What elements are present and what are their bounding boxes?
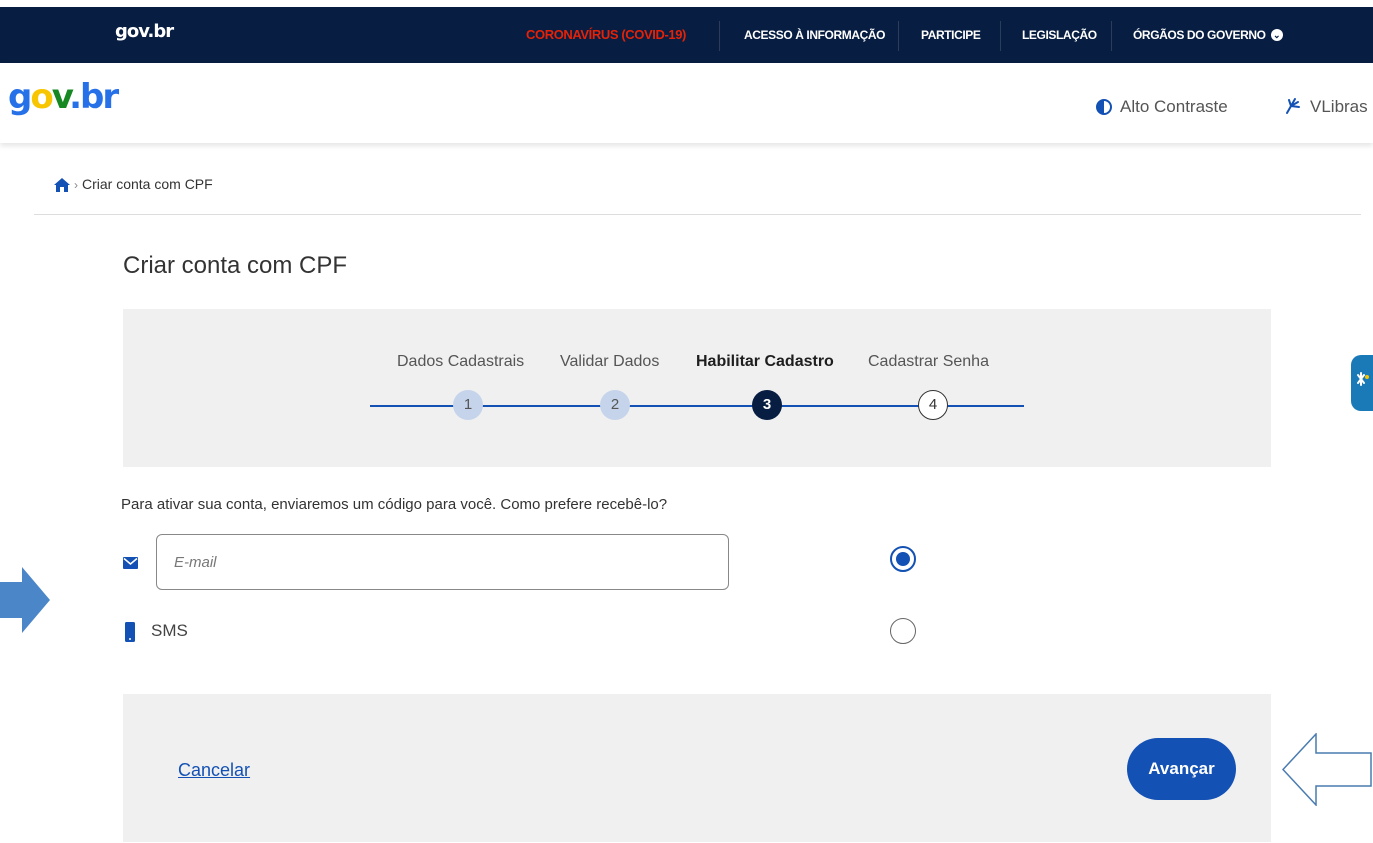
chevron-down-icon: ⌄ — [1270, 29, 1283, 41]
annotation-arrow-right-icon — [0, 567, 50, 638]
contrast-icon — [1096, 99, 1112, 120]
govbr-logo[interactable]: gov.br — [8, 77, 119, 117]
step-circle-3: 3 — [752, 390, 782, 420]
nav-link-orgaos-label: ÓRGÃOS DO GOVERNO — [1133, 28, 1266, 42]
top-bar: gov.br CORONAVÍRUS (COVID-19) ACESSO À I… — [0, 7, 1373, 63]
step-label-cadastrar-senha: Cadastrar Senha — [868, 353, 989, 370]
step-label-habilitar-cadastro: Habilitar Cadastro — [696, 353, 834, 370]
vlibras-widget-button[interactable] — [1351, 355, 1373, 411]
sign-language-hand-icon — [1284, 97, 1302, 120]
nav-link-participe[interactable]: PARTICIPE — [921, 28, 981, 42]
next-button[interactable]: Avançar — [1127, 738, 1236, 800]
cancel-link[interactable]: Cancelar — [178, 760, 250, 781]
phone-icon — [125, 622, 135, 647]
sms-option-label[interactable]: SMS — [151, 621, 188, 641]
alto-contraste-button[interactable]: Alto Contraste — [1096, 97, 1228, 120]
nav-separator — [719, 21, 720, 51]
nav-link-covid[interactable]: CORONAVÍRUS (COVID-19) — [526, 27, 686, 42]
sms-radio[interactable] — [890, 618, 916, 644]
nav-separator — [898, 21, 899, 51]
annotation-arrow-left-icon — [1281, 732, 1373, 811]
step-circle-1: 1 — [453, 390, 483, 420]
nav-link-acesso-informacao[interactable]: ACESSO À INFORMAÇÃO — [744, 28, 885, 42]
step-label-validar-dados: Validar Dados — [560, 353, 660, 370]
nav-separator — [1000, 21, 1001, 51]
progress-stepper: Dados Cadastrais Validar Dados Habilitar… — [123, 309, 1271, 467]
delivery-method-question: Para ativar sua conta, enviaremos um cód… — [121, 496, 668, 513]
envelope-icon — [123, 556, 138, 574]
vlibras-button[interactable]: VLibras — [1284, 97, 1368, 120]
step-circle-4: 4 — [918, 390, 948, 420]
nav-link-legislacao[interactable]: LEGISLAÇÃO — [1022, 28, 1097, 42]
vlibras-label: VLibras — [1310, 97, 1368, 116]
site-header: gov.br Alto Contraste VLibras — [0, 63, 1373, 143]
breadcrumb-separator-icon: › — [74, 178, 78, 192]
page-title: Criar conta com CPF — [123, 252, 348, 279]
nav-link-orgaos-governo[interactable]: ÓRGÃOS DO GOVERNO ⌄ — [1133, 28, 1283, 42]
breadcrumb-current: Criar conta com CPF — [82, 176, 213, 192]
step-label-dados-cadastrais: Dados Cadastrais — [397, 353, 525, 370]
step-circle-2: 2 — [600, 390, 630, 420]
govbr-small-logo[interactable]: gov.br — [115, 21, 174, 42]
nav-separator — [1111, 21, 1112, 51]
breadcrumb-divider — [34, 214, 1361, 215]
home-icon[interactable] — [54, 178, 70, 195]
form-actions: Cancelar Avançar — [123, 694, 1271, 842]
email-field[interactable] — [156, 534, 729, 590]
breadcrumb: › Criar conta com CPF — [54, 176, 213, 195]
alto-contraste-label: Alto Contraste — [1120, 97, 1228, 116]
email-radio[interactable] — [890, 546, 916, 572]
